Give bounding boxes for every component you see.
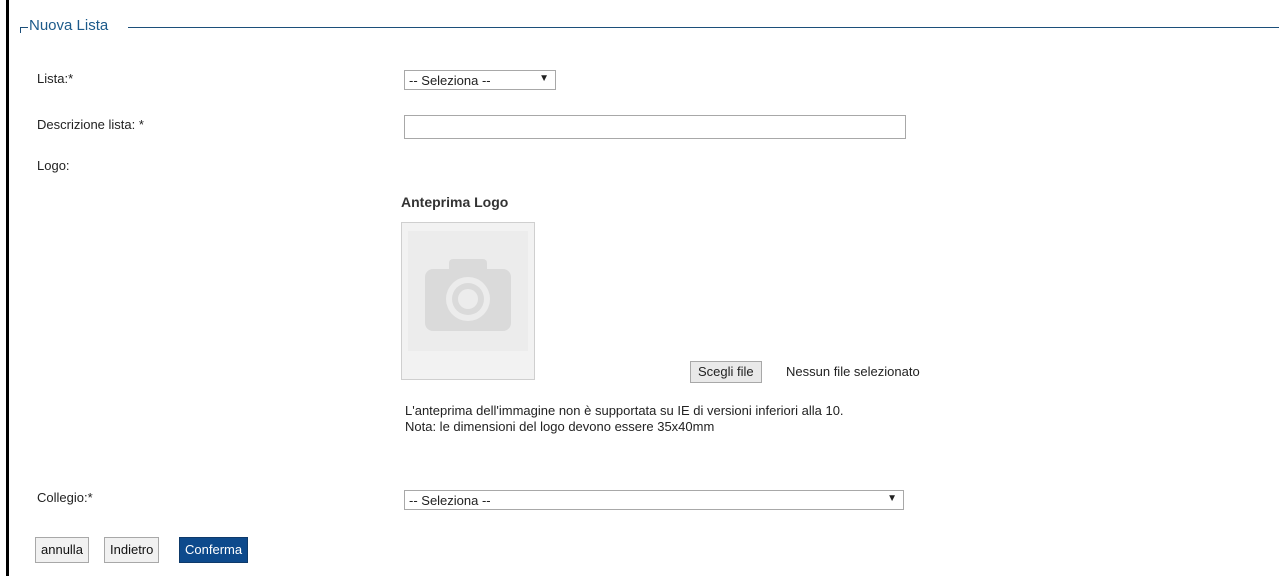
- chevron-down-icon: ▼: [887, 493, 897, 504]
- preview-placeholder: [408, 231, 528, 351]
- fieldset-border-left: [20, 27, 28, 28]
- lista-label: Lista:*: [37, 71, 74, 86]
- file-status-text: Nessun file selezionato: [786, 364, 920, 379]
- lista-select-value: -- Seleziona --: [409, 73, 491, 88]
- camera-icon: [425, 259, 511, 331]
- choose-file-button[interactable]: Scegli file: [690, 361, 762, 383]
- left-border: [6, 0, 9, 576]
- collegio-select[interactable]: -- Seleziona -- ▼: [404, 490, 904, 510]
- collegio-select-value: -- Seleziona --: [409, 493, 491, 508]
- note-ie-support: L'anteprima dell'immagine non è supporta…: [405, 403, 844, 418]
- fieldset-legend: Nuova Lista: [29, 17, 109, 34]
- logo-label: Logo:: [37, 158, 70, 173]
- preview-title: Anteprima Logo: [401, 194, 509, 210]
- annulla-button[interactable]: annulla: [35, 537, 89, 563]
- note-logo-size: Nota: le dimensioni del logo devono esse…: [405, 419, 715, 434]
- chevron-down-icon: ▼: [539, 73, 549, 84]
- fieldset-border-top: [128, 27, 1279, 28]
- descrizione-input[interactable]: [404, 115, 906, 139]
- conferma-button[interactable]: Conferma: [179, 537, 249, 563]
- collegio-label: Collegio:*: [37, 490, 93, 505]
- lista-select[interactable]: -- Seleziona -- ▼: [404, 70, 556, 90]
- indietro-button[interactable]: Indietro: [104, 537, 160, 563]
- descrizione-label: Descrizione lista: *: [37, 117, 144, 132]
- logo-preview: [401, 222, 535, 380]
